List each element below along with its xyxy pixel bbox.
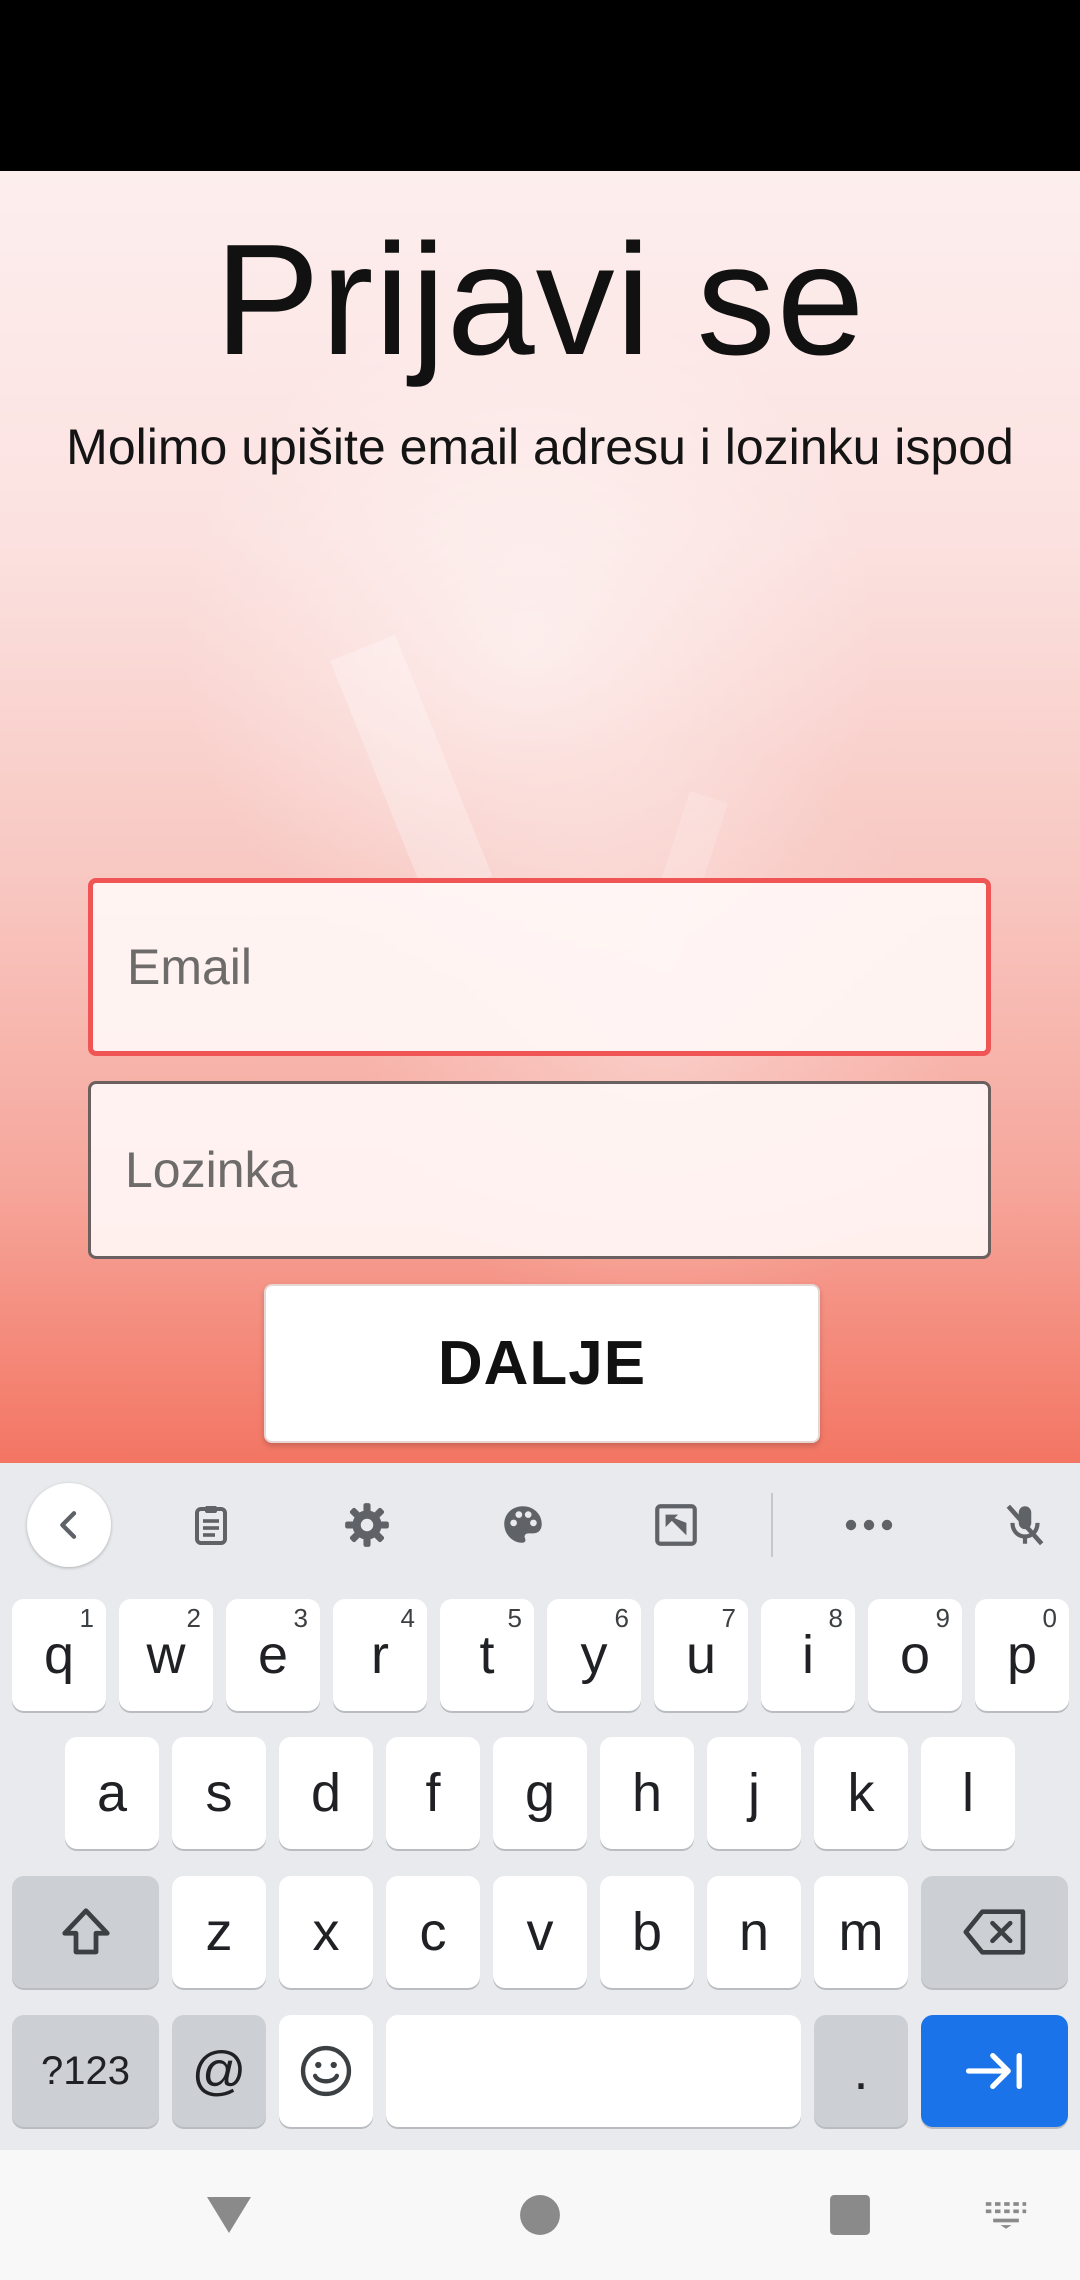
login-screen: Prijavi se Molimo upišite email adresu i… xyxy=(0,171,1080,1463)
key-o[interactable]: o9 xyxy=(868,1599,962,1711)
backspace-key[interactable] xyxy=(921,1876,1068,1988)
status-bar xyxy=(0,0,1080,171)
key-k[interactable]: k xyxy=(814,1737,908,1849)
next-button[interactable]: DALJE xyxy=(264,1284,820,1443)
period-key[interactable]: . xyxy=(814,2015,908,2127)
key-d[interactable]: d xyxy=(279,1737,373,1849)
key-t[interactable]: t5 xyxy=(440,1599,534,1711)
toolbar-divider xyxy=(771,1493,773,1557)
keyboard-toolbar xyxy=(0,1463,1080,1583)
key-r[interactable]: r4 xyxy=(333,1599,427,1711)
password-input[interactable] xyxy=(123,1140,988,1200)
recents-square-icon[interactable] xyxy=(827,2185,873,2245)
key-f[interactable]: f xyxy=(386,1737,480,1849)
more-icon[interactable] xyxy=(827,1483,911,1567)
key-l[interactable]: l xyxy=(921,1737,1015,1849)
shift-icon xyxy=(61,1908,110,1955)
key-h[interactable]: h xyxy=(600,1737,694,1849)
password-field[interactable] xyxy=(88,1081,991,1259)
key-p[interactable]: p0 xyxy=(975,1599,1069,1711)
email-field[interactable] xyxy=(88,878,991,1056)
gear-icon[interactable] xyxy=(325,1483,409,1567)
key-e[interactable]: e3 xyxy=(226,1599,320,1711)
emoji-key[interactable] xyxy=(279,2015,373,2127)
backspace-icon xyxy=(963,1909,1025,1955)
clipboard-icon[interactable] xyxy=(169,1483,253,1567)
key-m[interactable]: m xyxy=(814,1876,908,1988)
key-v[interactable]: v xyxy=(493,1876,587,1988)
emoji-icon xyxy=(300,2045,352,2097)
key-g[interactable]: g xyxy=(493,1737,587,1849)
key-z[interactable]: z xyxy=(172,1876,266,1988)
key-w[interactable]: w2 xyxy=(119,1599,213,1711)
key-a[interactable]: a xyxy=(65,1737,159,1849)
key-c[interactable]: c xyxy=(386,1876,480,1988)
key-b[interactable]: b xyxy=(600,1876,694,1988)
key-u[interactable]: u7 xyxy=(654,1599,748,1711)
mic-off-icon[interactable] xyxy=(983,1483,1067,1567)
chevron-left-icon[interactable] xyxy=(27,1483,111,1567)
tab-arrow-icon xyxy=(965,2052,1022,2090)
back-triangle-icon[interactable] xyxy=(203,2185,255,2245)
home-circle-icon[interactable] xyxy=(515,2185,565,2245)
key-j[interactable]: j xyxy=(707,1737,801,1849)
next-field-key[interactable] xyxy=(921,2015,1068,2127)
shift-key[interactable] xyxy=(12,1876,159,1988)
email-input[interactable] xyxy=(125,937,986,997)
page-subtitle: Molimo upišite email adresu i lozinku is… xyxy=(66,419,1014,475)
navigation-bar xyxy=(0,2150,1080,2280)
key-x[interactable]: x xyxy=(279,1876,373,1988)
on-screen-keyboard: q1 w2 e3 r4 t5 y6 u7 i8 o9 p0 a s d f g … xyxy=(0,1463,1080,2150)
keyboard-switch-icon[interactable] xyxy=(983,2185,1029,2245)
palette-icon[interactable] xyxy=(481,1483,565,1567)
key-n[interactable]: n xyxy=(707,1876,801,1988)
resize-icon[interactable] xyxy=(634,1483,718,1567)
key-i[interactable]: i8 xyxy=(761,1599,855,1711)
symbols-key[interactable]: ?123 xyxy=(12,2015,159,2127)
key-q[interactable]: q1 xyxy=(12,1599,106,1711)
key-s[interactable]: s xyxy=(172,1737,266,1849)
key-y[interactable]: y6 xyxy=(547,1599,641,1711)
at-key[interactable]: @ xyxy=(172,2015,266,2127)
space-key[interactable] xyxy=(386,2015,801,2127)
page-title: Prijavi se xyxy=(214,212,866,388)
